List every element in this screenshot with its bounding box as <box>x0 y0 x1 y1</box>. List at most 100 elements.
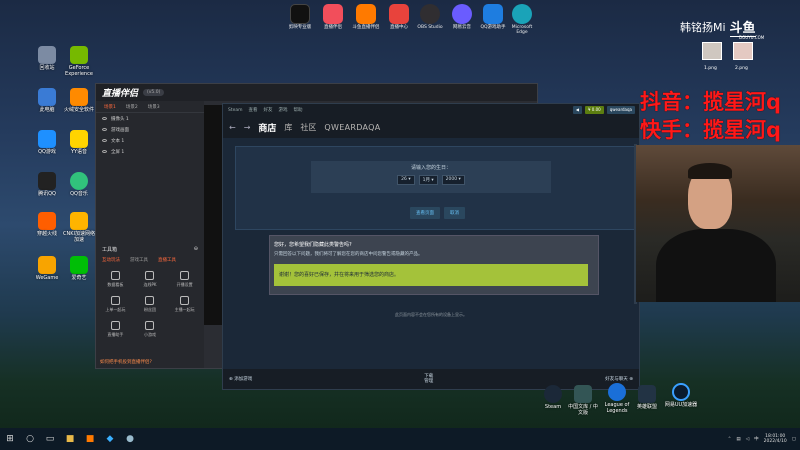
back-arrow-icon[interactable]: ← <box>229 123 236 132</box>
this-pc-icon[interactable]: 此电脑 <box>30 88 64 114</box>
view-page-button[interactable]: 查看页面 <box>410 207 440 219</box>
tab-scene-2[interactable]: 场景2 <box>126 104 138 110</box>
thumbnail-1[interactable] <box>702 42 722 60</box>
douyu-assistant-icon[interactable]: 斗鱼直播伴侣 <box>351 4 381 31</box>
downloads-button[interactable]: 下载 管理 <box>424 374 433 385</box>
cnki-icon[interactable]: CNKI加速网络加速 <box>62 212 96 244</box>
thumbnail-2-label: 2.png <box>735 66 748 71</box>
edge-icon[interactable]: Microsoft Edge <box>507 4 537 36</box>
tool-settings[interactable]: 开播设置 <box>167 271 202 288</box>
tab-scene-3[interactable]: 场景3 <box>148 104 160 110</box>
steam-desktop-icon[interactable]: Steam <box>536 385 570 411</box>
geforce-icon[interactable]: GeForce Experience <box>62 46 96 78</box>
live-tool-taskbar-icon[interactable]: ■ <box>80 429 100 449</box>
tab-game-tools[interactable]: 游戏工具 <box>130 257 148 263</box>
kuaishou-account: 快手：揽星河q <box>640 118 782 142</box>
qq-game-icon[interactable]: QQ游戏 <box>30 130 64 156</box>
friends-chat-label: 好友与聊天 <box>605 377 628 382</box>
help-tip[interactable]: 如何把手机投到直播伴侣? <box>100 359 152 365</box>
tab-scene-1[interactable]: 场景1 <box>104 104 116 110</box>
tool-dashboard[interactable]: 数据看板 <box>98 271 133 288</box>
tab-interactive[interactable]: 互动玩法 <box>102 257 120 263</box>
source-row[interactable]: 全屏 1 <box>96 146 204 157</box>
live-center-icon[interactable]: 直播中心 <box>384 4 414 31</box>
uu-accelerator-icon[interactable]: 网易UU加速器 <box>664 383 698 409</box>
forward-arrow-icon[interactable]: → <box>244 123 251 132</box>
network-icon[interactable]: ▤ <box>736 437 740 442</box>
nav-username[interactable]: QWEARDAQA <box>324 123 380 132</box>
nav-library[interactable]: 库 <box>284 122 292 133</box>
eye-icon[interactable] <box>102 150 107 153</box>
crossfire-graphic <box>38 212 56 230</box>
source-row[interactable]: 游戏画面 <box>96 124 204 135</box>
huorong-icon[interactable]: 火绒安全软件 <box>62 88 96 114</box>
year-select[interactable]: 2000 ▾ <box>441 175 465 185</box>
announce-button[interactable]: ◀ <box>572 106 582 114</box>
file-explorer-icon[interactable]: ■ <box>60 429 80 449</box>
cancel-button[interactable]: 取消 <box>444 207 465 219</box>
menu-friends[interactable]: 好友 <box>264 107 273 113</box>
qq-game-assistant-icon[interactable]: QQ游戏助手 <box>478 4 508 31</box>
qq-game-graphic <box>38 130 56 148</box>
recycle-bin-icon[interactable]: 回收站 <box>30 46 64 72</box>
source-row[interactable]: 摄像头 1 <box>96 113 204 124</box>
desktop-icon-label: 穿越火线 <box>36 231 57 237</box>
lol-desktop-icon[interactable]: League of Legends <box>600 383 634 415</box>
wenku-desktop-icon[interactable]: 中国文库 / 中文版 <box>566 385 600 417</box>
clock-date: 2022/4/10 <box>763 439 787 444</box>
source-row[interactable]: 文本 1 <box>96 135 204 146</box>
month-select[interactable]: 1月 ▾ <box>418 175 438 185</box>
tray-chevron-icon[interactable]: ⌃ <box>728 437 732 442</box>
eye-icon[interactable] <box>102 128 107 131</box>
desktop-icon-label: 中国文库 / 中文版 <box>568 404 598 416</box>
zhibo-helper-icon[interactable]: 直播伴侣 <box>318 4 348 31</box>
uu-graphic <box>672 383 690 401</box>
friends-chat-button[interactable]: 好友与聊天 ⊕ <box>605 376 633 382</box>
steam-taskbar-icon[interactable]: ● <box>120 429 140 449</box>
jianying-icon[interactable]: 剪映专业版 <box>285 4 315 31</box>
crossfire-icon[interactable]: 穿越火线 <box>30 212 64 238</box>
tool-helper[interactable]: 直播助手 <box>98 321 133 338</box>
thumbnail-2[interactable] <box>733 42 753 60</box>
tab-live-tools[interactable]: 直播工具 <box>158 257 176 263</box>
add-game-label: 添加游戏 <box>234 377 253 382</box>
iqiyi-icon[interactable]: 爱奇艺 <box>62 256 96 282</box>
xbox-taskbar-icon[interactable]: ◆ <box>100 429 120 449</box>
qq-music-icon[interactable]: QQ音乐 <box>62 172 96 198</box>
tencent-qq-icon[interactable]: 腾讯QQ <box>30 172 64 198</box>
menu-view[interactable]: 查看 <box>249 107 258 113</box>
search-icon[interactable]: ○ <box>20 429 40 449</box>
tool-play-together[interactable]: 上单一起玩 <box>98 296 133 313</box>
wegame-icon[interactable]: WeGame <box>30 256 64 282</box>
start-icon[interactable]: ⊞ <box>0 429 20 449</box>
notification-icon[interactable]: ▢ <box>792 437 796 442</box>
tool-pk[interactable]: 连线PK <box>133 271 168 288</box>
account-button[interactable]: qweardaqa <box>606 106 635 114</box>
huorong-graphic <box>70 88 88 106</box>
tool-label: 上单一起玩 <box>105 307 126 312</box>
clock[interactable]: 18:01:00 2022/4/10 <box>764 434 787 445</box>
menu-steam[interactable]: Steam <box>228 108 243 113</box>
toolbox-settings-icon[interactable]: ⊖ <box>194 246 198 253</box>
eye-icon[interactable] <box>102 139 107 142</box>
task-view-icon[interactable]: ▭ <box>40 429 60 449</box>
hero-league-icon[interactable]: 英雄联盟 <box>630 385 664 411</box>
volume-icon[interactable]: ◁ <box>746 437 749 442</box>
tool-minigame[interactable]: 小游戏 <box>133 321 168 338</box>
input-language[interactable]: 中 <box>754 436 759 442</box>
menu-help[interactable]: 帮助 <box>294 107 303 113</box>
menu-games[interactable]: 游戏 <box>279 107 288 113</box>
tool-fan-club[interactable]: 粉丝团 <box>133 296 168 313</box>
nav-community[interactable]: 社区 <box>300 122 316 133</box>
obs-icon[interactable]: OBS Studio <box>415 4 445 31</box>
wallet-button[interactable]: ¥ 0.00 <box>584 106 604 114</box>
yy-icon[interactable]: YY语音 <box>62 130 96 156</box>
netease-icon[interactable]: 网易云音 <box>447 4 477 31</box>
day-select[interactable]: 26 ▾ <box>397 175 415 185</box>
nav-store[interactable]: 商店 <box>258 121 276 134</box>
tool-anchor-together[interactable]: 主播一起玩 <box>167 296 202 313</box>
add-game-button[interactable]: ⊕ 添加游戏 <box>229 376 252 382</box>
eye-icon[interactable] <box>102 117 107 120</box>
cnki-graphic <box>70 212 88 230</box>
play-icon <box>110 296 120 305</box>
